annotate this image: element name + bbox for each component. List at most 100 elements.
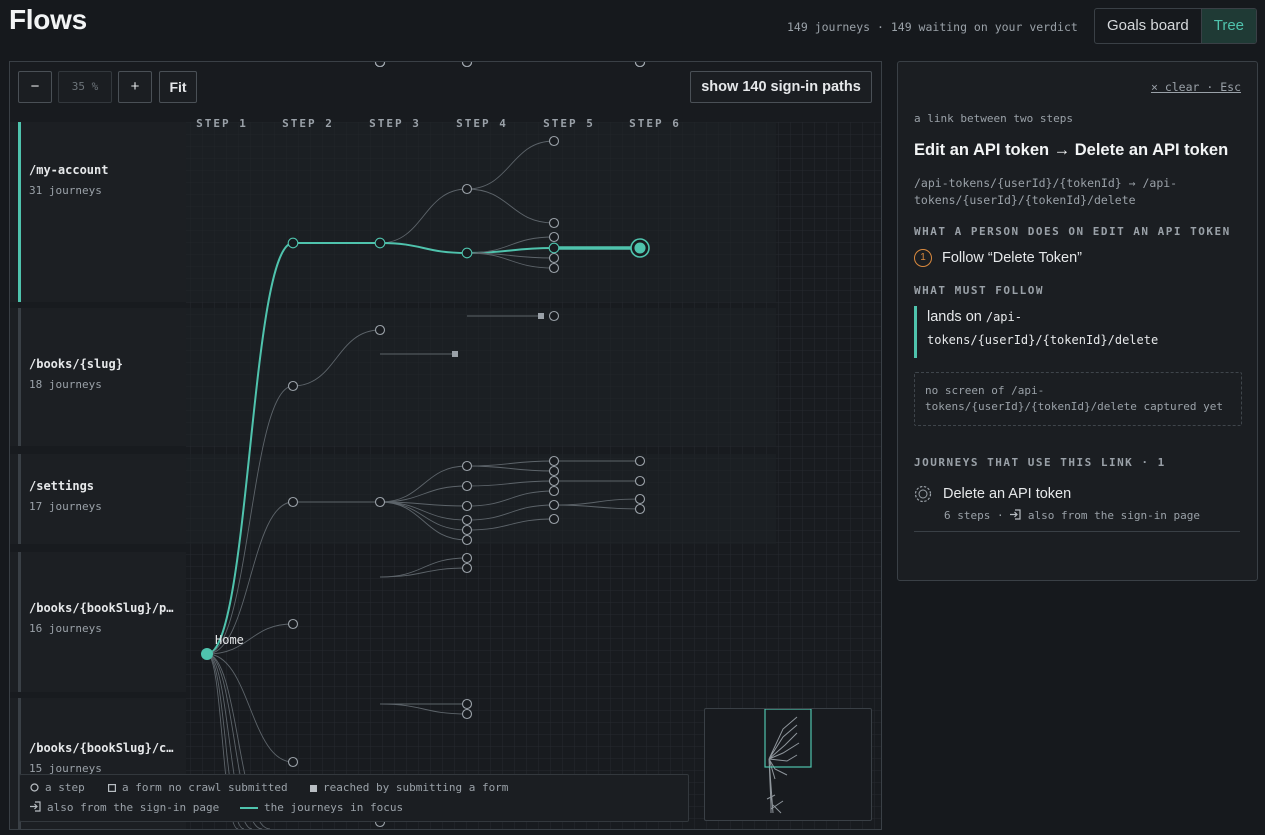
step-node[interactable] — [287, 618, 299, 630]
step-node[interactable] — [287, 756, 299, 768]
no-screen-notice: no screen of /api-tokens/{userId}/{token… — [914, 372, 1242, 426]
step-node[interactable] — [548, 485, 560, 497]
minimap-preview — [764, 708, 812, 814]
group-route-label[interactable]: /my-account — [29, 163, 108, 177]
flow-tree-canvas[interactable]: Home STEP 1 STEP 2 STEP 3 STEP 4 STEP 5 STEP … — [9, 61, 882, 830]
follow-item: lands on /api-tokens/{userId}/{tokenId}/… — [914, 306, 1247, 358]
step-node[interactable] — [287, 380, 299, 392]
legend-reached: reached by submitting a form — [310, 781, 508, 794]
step-header: STEP 4 — [456, 117, 508, 130]
step-node[interactable] — [461, 500, 473, 512]
step-node[interactable] — [548, 262, 560, 274]
group-band — [10, 122, 186, 302]
step-header: STEP 5 — [543, 117, 595, 130]
step-node[interactable] — [634, 475, 646, 487]
step-node[interactable] — [461, 708, 473, 720]
action-heading: WHAT A PERSON DOES ON EDIT AN API TOKEN — [914, 225, 1231, 238]
view-toggle: Goals board Tree — [1094, 8, 1258, 44]
step-node[interactable] — [287, 496, 299, 508]
step-node[interactable] — [461, 514, 473, 526]
journey-signin: also from the sign-in page — [1027, 509, 1201, 522]
legend-step: a step — [30, 781, 85, 794]
group-route-label[interactable]: /settings — [29, 479, 94, 493]
step-node[interactable] — [548, 475, 560, 487]
step-node[interactable] — [548, 455, 560, 467]
journey-meta: 6 steps · also from the sign-in page — [944, 509, 1200, 522]
step-node[interactable] — [461, 524, 473, 536]
step-node[interactable] — [461, 183, 473, 195]
legend-focus-label: the journeys in focus — [264, 801, 404, 814]
step-node[interactable] — [461, 552, 473, 564]
group-region — [186, 308, 776, 446]
step-node[interactable] — [548, 242, 560, 254]
group-count-label: 31 journeys — [29, 184, 102, 197]
selection-kind: a link between two steps — [914, 112, 1073, 125]
root-node[interactable] — [201, 648, 213, 660]
step-node[interactable] — [461, 562, 473, 574]
tree-tab[interactable]: Tree — [1200, 9, 1257, 43]
legend-form-label: a form no crawl submitted — [122, 781, 288, 794]
step-node[interactable] — [374, 324, 386, 336]
journey-summary: 149 journeys · 149 waiting on your verdi… — [787, 20, 1078, 34]
step-node[interactable] — [548, 135, 560, 147]
selection-path: /api-tokens/{userId}/{tokenId} → /api-to… — [914, 176, 1178, 207]
step-node[interactable] — [548, 465, 560, 477]
sign-in-icon — [30, 801, 41, 812]
follow-heading: WHAT MUST FOLLOW — [914, 284, 1044, 297]
step-node[interactable] — [374, 496, 386, 508]
group-count-label: 17 journeys — [29, 500, 102, 513]
step-node[interactable] — [287, 237, 299, 249]
step-node[interactable] — [634, 455, 646, 467]
group-count-label: 16 journeys — [29, 622, 102, 635]
step-node[interactable] — [461, 480, 473, 492]
group-region — [186, 454, 776, 544]
journey-name: Delete an API token — [943, 486, 1072, 502]
clear-selection-link[interactable]: × clear · Esc — [1151, 80, 1241, 94]
step-node[interactable] — [548, 231, 560, 243]
minimap[interactable] — [704, 708, 872, 821]
step-node[interactable] — [461, 247, 473, 259]
step-node[interactable] — [634, 503, 646, 515]
step-header: STEP 1 — [196, 117, 248, 130]
group-accent-bar — [18, 454, 21, 544]
journey-item[interactable]: Delete an API token — [914, 485, 1071, 503]
step-header: STEP 3 — [369, 117, 421, 130]
legend-form: a form no crawl submitted — [108, 781, 288, 794]
step-node[interactable] — [461, 460, 473, 472]
fit-button[interactable]: Fit — [159, 71, 197, 103]
step-node[interactable] — [548, 217, 560, 229]
step-node[interactable] — [548, 499, 560, 511]
group-band — [10, 308, 186, 446]
goals-board-tab[interactable]: Goals board — [1095, 9, 1201, 43]
step-node[interactable] — [548, 310, 560, 322]
step-node[interactable] — [461, 698, 473, 710]
sign-in-icon — [1010, 509, 1021, 520]
zoom-in-button[interactable]: + — [118, 71, 152, 103]
group-route-label[interactable]: /books/{bookSlug}/c… — [29, 741, 174, 755]
step-node[interactable] — [548, 252, 560, 264]
step-node[interactable] — [374, 62, 386, 68]
zoom-out-button[interactable]: − — [18, 71, 52, 103]
action-item: 1 Follow “Delete Token” — [914, 249, 1082, 267]
step-node[interactable] — [548, 513, 560, 525]
show-signin-paths-button[interactable]: show 140 sign-in paths — [690, 71, 872, 103]
selection-title: Edit an API token → Delete an API token — [914, 141, 1229, 159]
page-title: Flows — [9, 4, 87, 35]
step-node[interactable] — [374, 237, 386, 249]
step-node[interactable] — [461, 534, 473, 546]
step-node[interactable] — [461, 62, 473, 68]
group-route-label[interactable]: /books/{bookSlug}/p… — [29, 601, 174, 615]
step-node[interactable] — [634, 493, 646, 505]
form-square-icon — [108, 784, 116, 792]
step-node[interactable] — [634, 62, 646, 68]
root-label: Home — [215, 633, 244, 647]
meta-separator: · — [996, 509, 1011, 522]
group-route-label[interactable]: /books/{slug} — [29, 357, 123, 371]
legend-signin-label: also from the sign-in page — [47, 801, 220, 814]
selected-step-node-core[interactable] — [634, 242, 646, 254]
legend-step-label: a step — [45, 781, 85, 794]
zoom-level-field[interactable]: 35 % — [58, 71, 112, 103]
journey-steps: 6 steps — [944, 509, 991, 522]
legend-focus: the journeys in focus — [240, 801, 403, 814]
journeys-heading: JOURNEYS THAT USE THIS LINK · 1 — [914, 456, 1166, 469]
